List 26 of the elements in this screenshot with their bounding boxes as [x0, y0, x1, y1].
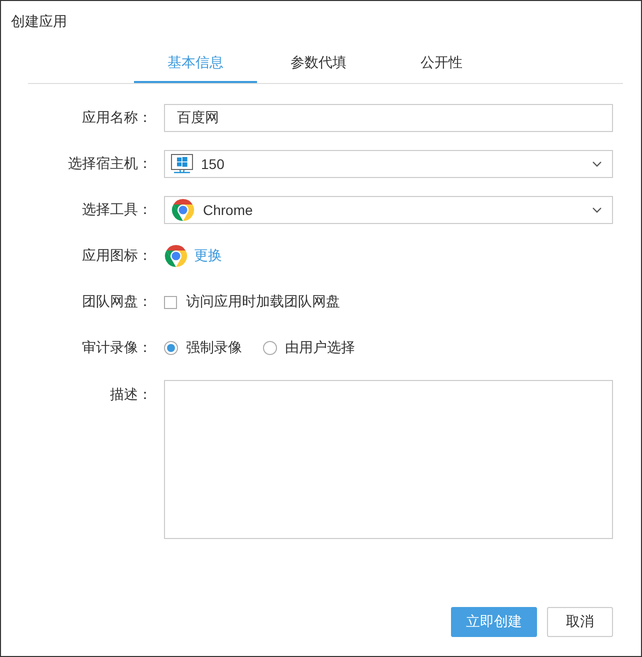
checkbox[interactable] — [164, 296, 177, 308]
radio-button[interactable] — [164, 341, 178, 355]
name-field[interactable]: 百度网 — [164, 104, 613, 132]
caret-icon — [592, 161, 602, 167]
tool-select[interactable]: Chrome — [164, 196, 613, 224]
option-label: 由用户选择 — [285, 339, 355, 357]
cancel-button[interactable]: 取消 — [547, 607, 613, 637]
field-label: 团队网盘： — [82, 293, 152, 311]
window-title: 创建应用 — [10, 12, 68, 31]
host-select[interactable]: 150 — [164, 150, 613, 178]
option-label: 强制录像 — [186, 339, 242, 357]
tab[interactable]: 参数代填 — [257, 45, 380, 83]
radio-button[interactable] — [263, 341, 277, 355]
field-label: 应用名称： — [82, 109, 152, 127]
option-label: 访问应用时加载团队网盘 — [186, 293, 340, 311]
field-label: 应用图标： — [82, 247, 152, 265]
field-label: 选择宿主机： — [68, 155, 152, 173]
caret-icon — [592, 207, 602, 213]
field-label: 审计录像： — [82, 339, 152, 357]
chrome-icon — [164, 244, 188, 268]
monitor-icon — [171, 154, 193, 174]
description-field[interactable] — [164, 380, 613, 539]
chrome-icon — [171, 198, 195, 222]
field-label: 描述： — [110, 386, 152, 404]
tab[interactable]: 公开性 — [380, 45, 503, 83]
field-label: 选择工具： — [82, 201, 152, 219]
